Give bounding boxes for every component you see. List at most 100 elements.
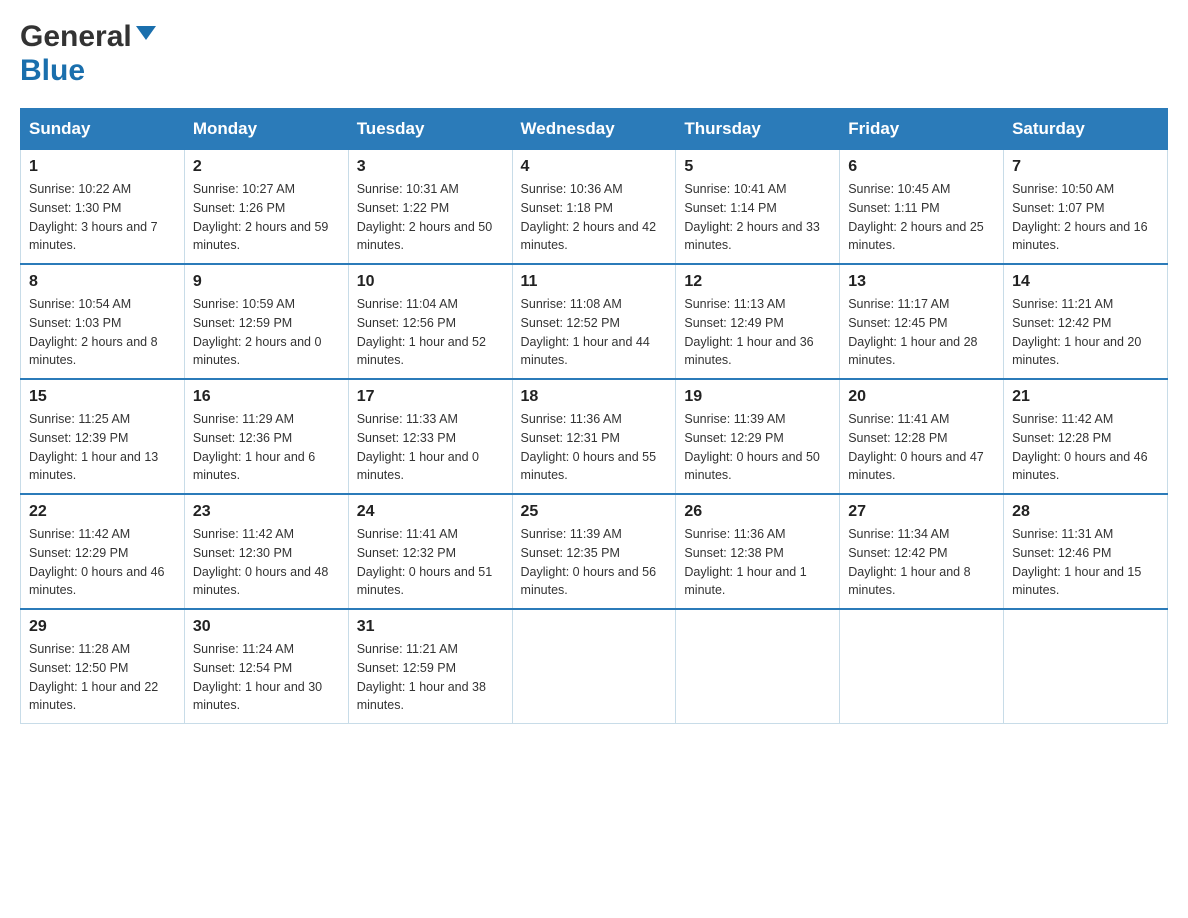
day-info: Sunrise: 11:42 AMSunset: 12:30 PMDayligh…	[193, 525, 340, 600]
day-info: Sunrise: 11:21 AMSunset: 12:59 PMDayligh…	[357, 640, 504, 715]
week-row-1: 1 Sunrise: 10:22 AMSunset: 1:30 PMDayligh…	[21, 150, 1168, 265]
day-info: Sunrise: 10:27 AMSunset: 1:26 PMDaylight…	[193, 180, 340, 255]
column-header-tuesday: Tuesday	[348, 109, 512, 150]
day-number: 8	[29, 273, 176, 291]
day-cell: 7Sunrise: 10:50 AMSunset: 1:07 PMDayligh…	[1004, 150, 1168, 265]
day-number: 31	[357, 618, 504, 636]
day-number: 6	[848, 158, 995, 176]
day-cell: 30 Sunrise: 11:24 AMSunset: 12:54 PMDayli…	[184, 609, 348, 724]
day-number: 7	[1012, 158, 1159, 176]
day-number: 4	[521, 158, 668, 176]
day-cell: 19 Sunrise: 11:39 AMSunset: 12:29 PMDayli…	[676, 379, 840, 494]
day-number: 1	[29, 158, 176, 176]
day-cell: 10 Sunrise: 11:04 AMSunset: 12:56 PMDayli…	[348, 264, 512, 379]
column-header-friday: Friday	[840, 109, 1004, 150]
day-number: 17	[357, 388, 504, 406]
day-number: 16	[193, 388, 340, 406]
day-number: 30	[193, 618, 340, 636]
day-cell: 16Sunrise: 11:29 AMSunset: 12:36 PMDayli…	[184, 379, 348, 494]
day-cell: 12 Sunrise: 11:13 AMSunset: 12:49 PMDayli…	[676, 264, 840, 379]
day-info: Sunrise: 11:13 AMSunset: 12:49 PMDayligh…	[684, 295, 831, 370]
day-cell: 24 Sunrise: 11:41 AMSunset: 12:32 PMDayli…	[348, 494, 512, 609]
day-cell	[840, 609, 1004, 724]
day-info: Sunrise: 11:33 AMSunset: 12:33 PMDayligh…	[357, 410, 504, 485]
day-info: Sunrise: 11:36 AMSunset: 12:31 PMDayligh…	[521, 410, 668, 485]
day-number: 10	[357, 273, 504, 291]
day-info: Sunrise: 11:41 AMSunset: 12:32 PMDayligh…	[357, 525, 504, 600]
day-cell: 5Sunrise: 10:41 AMSunset: 1:14 PMDayligh…	[676, 150, 840, 265]
day-cell: 25Sunrise: 11:39 AMSunset: 12:35 PMDayli…	[512, 494, 676, 609]
day-info: Sunrise: 10:59 AMSunset: 12:59 PMDayligh…	[193, 295, 340, 370]
day-cell: 2 Sunrise: 10:27 AMSunset: 1:26 PMDayligh…	[184, 150, 348, 265]
week-row-3: 15 Sunrise: 11:25 AMSunset: 12:39 PMDayli…	[21, 379, 1168, 494]
day-cell	[512, 609, 676, 724]
day-cell: 21 Sunrise: 11:42 AMSunset: 12:28 PMDayli…	[1004, 379, 1168, 494]
day-info: Sunrise: 11:24 AMSunset: 12:54 PMDayligh…	[193, 640, 340, 715]
day-info: Sunrise: 11:04 AMSunset: 12:56 PMDayligh…	[357, 295, 504, 370]
day-cell: 17 Sunrise: 11:33 AMSunset: 12:33 PMDayli…	[348, 379, 512, 494]
day-info: Sunrise: 11:34 AMSunset: 12:42 PMDayligh…	[848, 525, 995, 600]
day-cell: 4Sunrise: 10:36 AMSunset: 1:18 PMDayligh…	[512, 150, 676, 265]
week-row-4: 22 Sunrise: 11:42 AMSunset: 12:29 PMDayli…	[21, 494, 1168, 609]
day-number: 5	[684, 158, 831, 176]
day-cell: 18 Sunrise: 11:36 AMSunset: 12:31 PMDayli…	[512, 379, 676, 494]
logo-triangle-icon	[136, 26, 156, 40]
day-number: 13	[848, 273, 995, 291]
day-number: 15	[29, 388, 176, 406]
day-number: 26	[684, 503, 831, 521]
day-cell: 26 Sunrise: 11:36 AMSunset: 12:38 PMDayli…	[676, 494, 840, 609]
day-number: 19	[684, 388, 831, 406]
day-info: Sunrise: 11:39 AMSunset: 12:29 PMDayligh…	[684, 410, 831, 485]
logo: General Blue	[20, 20, 156, 88]
week-row-2: 8Sunrise: 10:54 AMSunset: 1:03 PMDayligh…	[21, 264, 1168, 379]
day-cell: 11 Sunrise: 11:08 AMSunset: 12:52 PMDayli…	[512, 264, 676, 379]
day-number: 20	[848, 388, 995, 406]
day-cell: 31 Sunrise: 11:21 AMSunset: 12:59 PMDayli…	[348, 609, 512, 724]
day-cell: 28 Sunrise: 11:31 AMSunset: 12:46 PMDayli…	[1004, 494, 1168, 609]
column-header-thursday: Thursday	[676, 109, 840, 150]
column-header-wednesday: Wednesday	[512, 109, 676, 150]
day-info: Sunrise: 10:31 AMSunset: 1:22 PMDaylight…	[357, 180, 504, 255]
day-cell: 23 Sunrise: 11:42 AMSunset: 12:30 PMDayli…	[184, 494, 348, 609]
day-number: 3	[357, 158, 504, 176]
day-cell: 1 Sunrise: 10:22 AMSunset: 1:30 PMDayligh…	[21, 150, 185, 265]
day-number: 12	[684, 273, 831, 291]
day-cell: 6 Sunrise: 10:45 AMSunset: 1:11 PMDayligh…	[840, 150, 1004, 265]
day-cell: 22 Sunrise: 11:42 AMSunset: 12:29 PMDayli…	[21, 494, 185, 609]
column-header-monday: Monday	[184, 109, 348, 150]
day-info: Sunrise: 11:25 AMSunset: 12:39 PMDayligh…	[29, 410, 176, 485]
logo-general: General	[20, 20, 132, 54]
day-cell: 14 Sunrise: 11:21 AMSunset: 12:42 PMDayli…	[1004, 264, 1168, 379]
logo-blue: Blue	[20, 54, 85, 88]
day-info: Sunrise: 10:45 AMSunset: 1:11 PMDaylight…	[848, 180, 995, 255]
page-header: General Blue	[20, 20, 1168, 88]
day-info: Sunrise: 11:36 AMSunset: 12:38 PMDayligh…	[684, 525, 831, 600]
day-number: 11	[521, 273, 668, 291]
day-number: 23	[193, 503, 340, 521]
column-header-sunday: Sunday	[21, 109, 185, 150]
header-row: SundayMondayTuesdayWednesdayThursdayFrid…	[21, 109, 1168, 150]
day-cell: 27 Sunrise: 11:34 AMSunset: 12:42 PMDayli…	[840, 494, 1004, 609]
day-info: Sunrise: 11:21 AMSunset: 12:42 PMDayligh…	[1012, 295, 1159, 370]
day-info: Sunrise: 10:22 AMSunset: 1:30 PMDaylight…	[29, 180, 176, 255]
week-row-5: 29 Sunrise: 11:28 AMSunset: 12:50 PMDayli…	[21, 609, 1168, 724]
day-info: Sunrise: 11:42 AMSunset: 12:29 PMDayligh…	[29, 525, 176, 600]
day-number: 14	[1012, 273, 1159, 291]
day-info: Sunrise: 11:42 AMSunset: 12:28 PMDayligh…	[1012, 410, 1159, 485]
day-number: 24	[357, 503, 504, 521]
day-number: 18	[521, 388, 668, 406]
day-info: Sunrise: 11:41 AMSunset: 12:28 PMDayligh…	[848, 410, 995, 485]
day-info: Sunrise: 11:28 AMSunset: 12:50 PMDayligh…	[29, 640, 176, 715]
day-info: Sunrise: 11:08 AMSunset: 12:52 PMDayligh…	[521, 295, 668, 370]
day-number: 21	[1012, 388, 1159, 406]
day-cell	[676, 609, 840, 724]
day-info: Sunrise: 11:31 AMSunset: 12:46 PMDayligh…	[1012, 525, 1159, 600]
day-number: 27	[848, 503, 995, 521]
day-number: 22	[29, 503, 176, 521]
calendar-table: SundayMondayTuesdayWednesdayThursdayFrid…	[20, 108, 1168, 724]
day-info: Sunrise: 11:39 AMSunset: 12:35 PMDayligh…	[521, 525, 668, 600]
day-number: 29	[29, 618, 176, 636]
column-header-saturday: Saturday	[1004, 109, 1168, 150]
day-number: 28	[1012, 503, 1159, 521]
day-number: 2	[193, 158, 340, 176]
